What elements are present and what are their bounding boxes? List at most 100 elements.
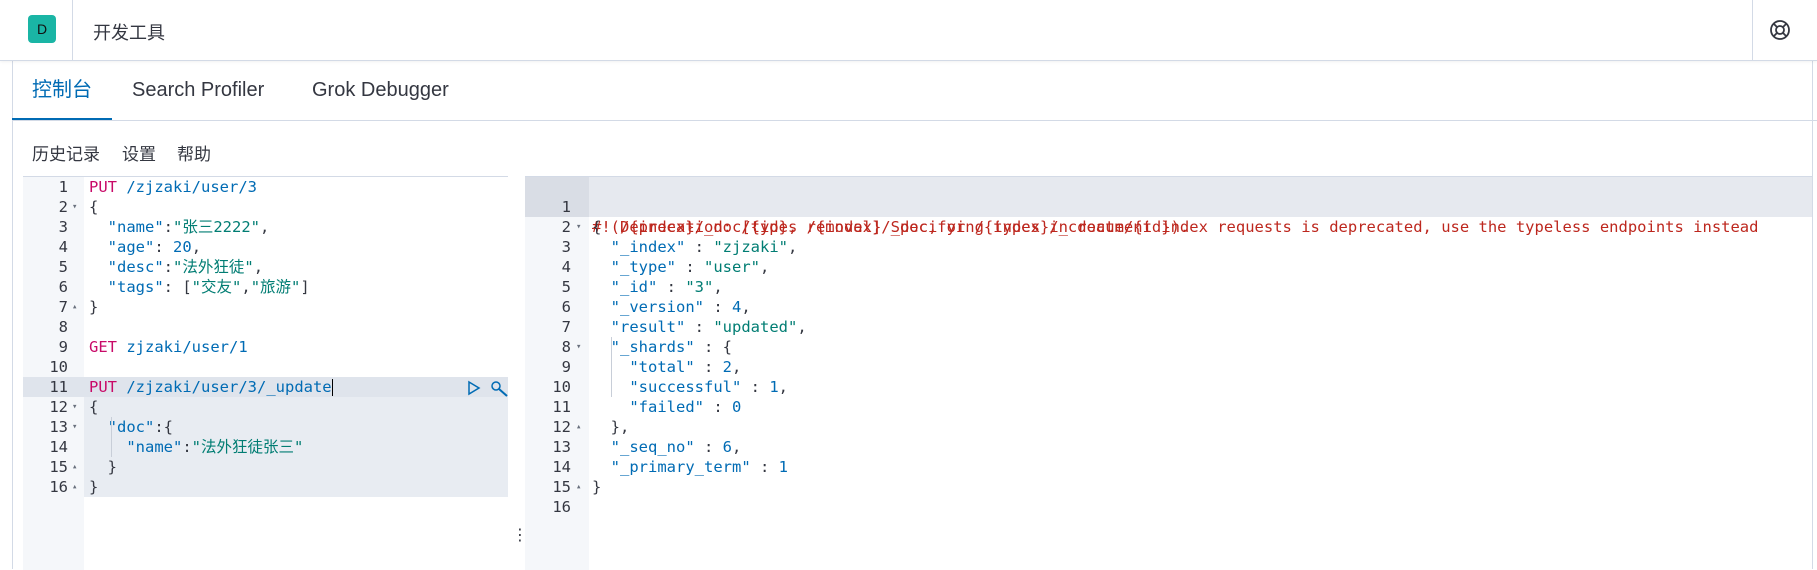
response-line: 5 "_id" : "3", [525, 277, 1812, 297]
code-text: "_version" : 4, [610, 298, 751, 316]
line-number: 2 [58, 198, 68, 216]
code-text: PUT /zjzaki/user/3 [89, 178, 257, 196]
response-line: 4 "_type" : "user", [525, 257, 1812, 277]
response-line: 12 ▴ }, [525, 417, 1812, 437]
line-number: 1 [58, 178, 68, 196]
settings-button[interactable]: 设置 [122, 140, 156, 165]
request-line: 14 "name":"法外狂徒张三" [23, 437, 508, 457]
line-number: 16 [49, 478, 68, 496]
line-number: 8 [58, 318, 68, 336]
line-number: 14 [49, 438, 68, 456]
tab-console[interactable]: 控制台 [12, 60, 112, 120]
request-line: 6 "tags": ["交友","旅游"] [23, 277, 508, 297]
response-line: 13 "_seq_no" : 6, [525, 437, 1812, 457]
breadcrumb: 开发工具 [93, 23, 165, 43]
space-avatar[interactable]: D [28, 15, 56, 43]
line-number: 9 [58, 338, 68, 356]
code-text: GET zjzaki/user/1 [89, 338, 248, 356]
response-line: (/{index}/_doc/{id}, /{index}/_doc, or /… [525, 197, 1812, 236]
fold-toggle-icon[interactable]: ▾ [72, 397, 77, 417]
fold-toggle-icon[interactable]: ▾ [576, 217, 581, 237]
request-line: 1 PUT /zjzaki/user/3 [23, 177, 508, 197]
response-line: 15 ▴} [525, 477, 1812, 497]
fold-toggle-icon[interactable]: ▴ [72, 457, 77, 477]
line-number: 11 [49, 378, 68, 396]
code-text: "failed" : 0 [629, 398, 742, 416]
indent-guide [611, 337, 612, 397]
line-number: 15 [552, 478, 571, 496]
response-line: 3 "_index" : "zjzaki", [525, 237, 1812, 257]
code-text: { [592, 218, 602, 236]
code-text: "_index" : "zjzaki", [610, 238, 798, 256]
fold-toggle-icon[interactable]: ▴ [576, 417, 581, 437]
code-text: PUT /zjzaki/user/3/_update [89, 378, 333, 396]
tab-search-profiler[interactable]: Search Profiler [132, 60, 264, 120]
request-line: 3 "name":"张三2222", [23, 217, 508, 237]
line-number: 15 [49, 458, 68, 476]
code-text: "total" : 2, [629, 358, 742, 376]
code-text: { [89, 398, 99, 416]
code-text: } [592, 478, 602, 496]
response-line: 2 ▾ { [525, 217, 1812, 237]
code-text: "name":"法外狂徒张三" [126, 438, 304, 456]
code-text: "_seq_no" : 6, [610, 438, 742, 456]
wrench-icon[interactable] [490, 380, 510, 398]
request-line: 5 "desc":"法外狂徒", [23, 257, 508, 277]
request-line: 4 "age": 20, [23, 237, 508, 257]
response-line: 11 "failed" : 0 [525, 397, 1812, 417]
response-line: 7 "result" : "updated", [525, 317, 1812, 337]
fold-toggle-icon[interactable]: ▴ [72, 297, 77, 317]
line-number: 8 [561, 338, 571, 356]
line-number: 3 [561, 238, 571, 256]
code-text: "desc":"法外狂徒", [107, 258, 264, 276]
request-line: 7 ▴} [23, 297, 508, 317]
line-number: 6 [58, 278, 68, 296]
code-text: "_primary_term" : 1 [610, 458, 788, 476]
lifebuoy-icon[interactable] [1768, 18, 1792, 42]
fold-toggle-icon[interactable]: ▾ [72, 197, 77, 217]
line-number: 5 [561, 278, 571, 296]
line-number: 12 [552, 418, 571, 436]
code-text: { [89, 198, 99, 216]
header-divider [72, 0, 73, 60]
fold-toggle-icon[interactable]: ▴ [72, 477, 77, 497]
response-line: 1 #! Deprecation: [types removal] Specif… [525, 177, 1812, 236]
fold-toggle-icon[interactable]: ▾ [72, 417, 77, 437]
response-line: 6 "_version" : 4, [525, 297, 1812, 317]
code-text: "result" : "updated", [610, 318, 807, 336]
line-number: 13 [552, 438, 571, 456]
code-text: "successful" : 1, [629, 378, 788, 396]
line-number: 12 [49, 398, 68, 416]
code-text: "tags": ["交友","旅游"] [107, 278, 310, 296]
help-button[interactable]: 帮助 [177, 140, 211, 165]
response-line: 14 "_primary_term" : 1 [525, 457, 1812, 477]
code-text: "doc":{ [107, 418, 174, 436]
request-editor[interactable]: 1 PUT /zjzaki/user/3 2 ▾{3 "name":"张三2222",… [23, 176, 508, 570]
line-number: 4 [561, 258, 571, 276]
request-line: 12 ▾ { [23, 397, 508, 417]
line-number: 13 [49, 418, 68, 436]
request-line: 8 [23, 317, 508, 337]
code-text: } [89, 478, 99, 496]
line-number: 3 [58, 218, 68, 236]
line-number: 6 [561, 298, 571, 316]
tab-grok-debugger[interactable]: Grok Debugger [312, 60, 449, 120]
history-button[interactable]: 历史记录 [32, 140, 100, 165]
code-text: "_id" : "3", [610, 278, 723, 296]
line-number: 5 [58, 258, 68, 276]
request-line: 10 [23, 357, 508, 377]
line-number: 4 [58, 238, 68, 256]
response-line: 9 "total" : 2, [525, 357, 1812, 377]
play-icon[interactable] [466, 380, 482, 396]
line-number: 9 [561, 358, 571, 376]
response-line: 8 ▾ "_shards" : { [525, 337, 1812, 357]
fold-toggle-icon[interactable]: ▴ [576, 477, 581, 497]
response-editor: 1 #! Deprecation: [types removal] Specif… [525, 176, 1812, 570]
fold-toggle-icon[interactable]: ▾ [576, 337, 581, 357]
line-number: 10 [552, 378, 571, 396]
app-tabs: 控制台 Search Profiler Grok Debugger [12, 60, 1817, 121]
request-line: 9 GET zjzaki/user/1 [23, 337, 508, 357]
line-number: 2 [561, 218, 571, 236]
line-number: 11 [552, 398, 571, 416]
code-text: "_type" : "user", [610, 258, 770, 276]
